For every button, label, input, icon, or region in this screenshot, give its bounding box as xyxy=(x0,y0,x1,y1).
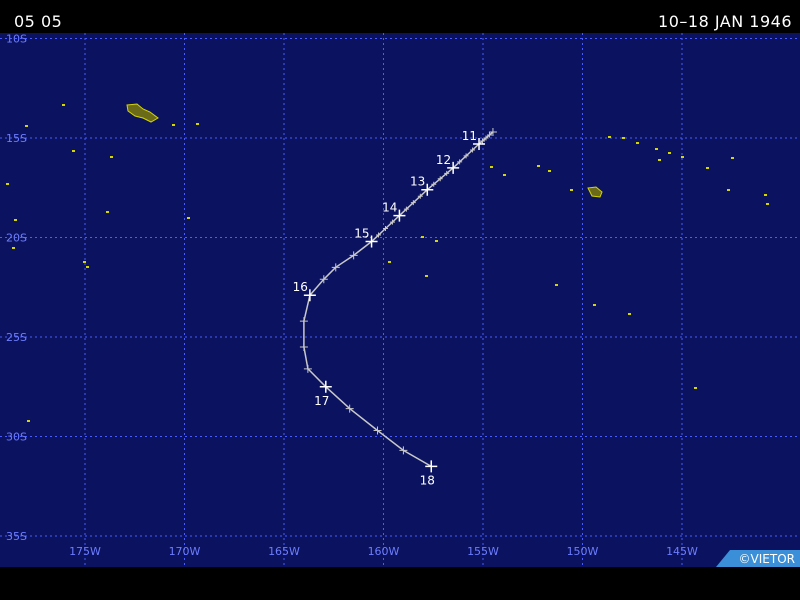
islet xyxy=(187,217,190,219)
storm-track: 11 12 13 14 15 16 17 18 xyxy=(293,128,497,487)
islet xyxy=(110,156,113,158)
islet xyxy=(764,194,767,196)
islet xyxy=(421,236,424,238)
lat-label: 25S xyxy=(6,331,27,344)
islet xyxy=(62,104,65,106)
islet xyxy=(27,420,30,422)
track-point xyxy=(299,342,308,351)
lon-label: 145W xyxy=(666,545,698,558)
lon-label: 170W xyxy=(169,545,201,558)
day-label: 18 xyxy=(420,473,435,487)
lat-label: 35S xyxy=(6,530,27,543)
islet xyxy=(628,313,631,315)
islet xyxy=(668,152,671,154)
islet xyxy=(6,183,9,185)
land-masses xyxy=(6,103,769,422)
islet xyxy=(490,166,493,168)
islet xyxy=(593,304,596,306)
islet xyxy=(537,165,540,167)
lon-label: 155W xyxy=(467,545,499,558)
credit-badge: ©VIETOR xyxy=(716,550,800,567)
lat-label: 10S xyxy=(6,33,27,46)
credit-text: ©VIETOR xyxy=(739,552,795,566)
date-range: 10–18 JAN 1946 xyxy=(658,12,792,31)
islet xyxy=(622,137,625,139)
lon-label: 160W xyxy=(368,545,400,558)
islet xyxy=(25,125,28,127)
islet xyxy=(425,275,428,277)
lat-label: 15S xyxy=(6,132,27,145)
islet xyxy=(14,219,17,221)
islet xyxy=(388,261,391,263)
day-label: 14 xyxy=(382,201,397,215)
islet xyxy=(72,150,75,152)
day-label: 16 xyxy=(293,280,308,294)
track-point xyxy=(299,317,308,326)
day-label: 17 xyxy=(314,394,329,408)
track-map[interactable]: 11 12 13 14 15 16 17 18 175W 170W 165W 160W 155W 150… xyxy=(0,33,800,567)
islet xyxy=(766,203,769,205)
map-canvas: 11 12 13 14 15 16 17 18 175W 170W 165W 160W 155W 150… xyxy=(0,33,800,567)
islet xyxy=(435,240,438,242)
islet xyxy=(12,247,15,249)
islet xyxy=(172,124,175,126)
graticule xyxy=(0,33,800,567)
day-label: 11 xyxy=(462,129,477,143)
islet xyxy=(681,156,684,158)
islet xyxy=(86,266,89,268)
day-label: 13 xyxy=(410,175,425,189)
lon-label: 165W xyxy=(268,545,300,558)
islet xyxy=(555,284,558,286)
islet xyxy=(83,261,86,263)
day-label: 15 xyxy=(354,226,369,240)
lat-label: 30S xyxy=(6,431,27,444)
islet xyxy=(106,211,109,213)
lon-label: 150W xyxy=(567,545,599,558)
islet xyxy=(727,189,730,191)
header-bar: 05 05 10–18 JAN 1946 xyxy=(0,0,800,33)
grid-labels: 175W 170W 165W 160W 155W 150W 145W 10S 15S 20S 25S… xyxy=(6,33,698,558)
islet xyxy=(658,159,661,161)
islet xyxy=(706,167,709,169)
islet xyxy=(570,189,573,191)
lat-label: 20S xyxy=(6,232,27,245)
storm-id: 05 05 xyxy=(14,12,63,31)
islet xyxy=(731,157,734,159)
islet xyxy=(694,387,697,389)
islet xyxy=(548,170,551,172)
islet xyxy=(608,136,611,138)
lon-label: 175W xyxy=(69,545,101,558)
island-shape xyxy=(126,103,159,123)
islet xyxy=(636,142,639,144)
islet xyxy=(503,174,506,176)
track-line xyxy=(303,131,494,468)
island-shape xyxy=(587,186,603,198)
track-point xyxy=(425,460,438,473)
day-label: 12 xyxy=(436,153,451,167)
footer-bar xyxy=(0,567,800,600)
islet xyxy=(196,123,199,125)
islet xyxy=(655,148,658,150)
